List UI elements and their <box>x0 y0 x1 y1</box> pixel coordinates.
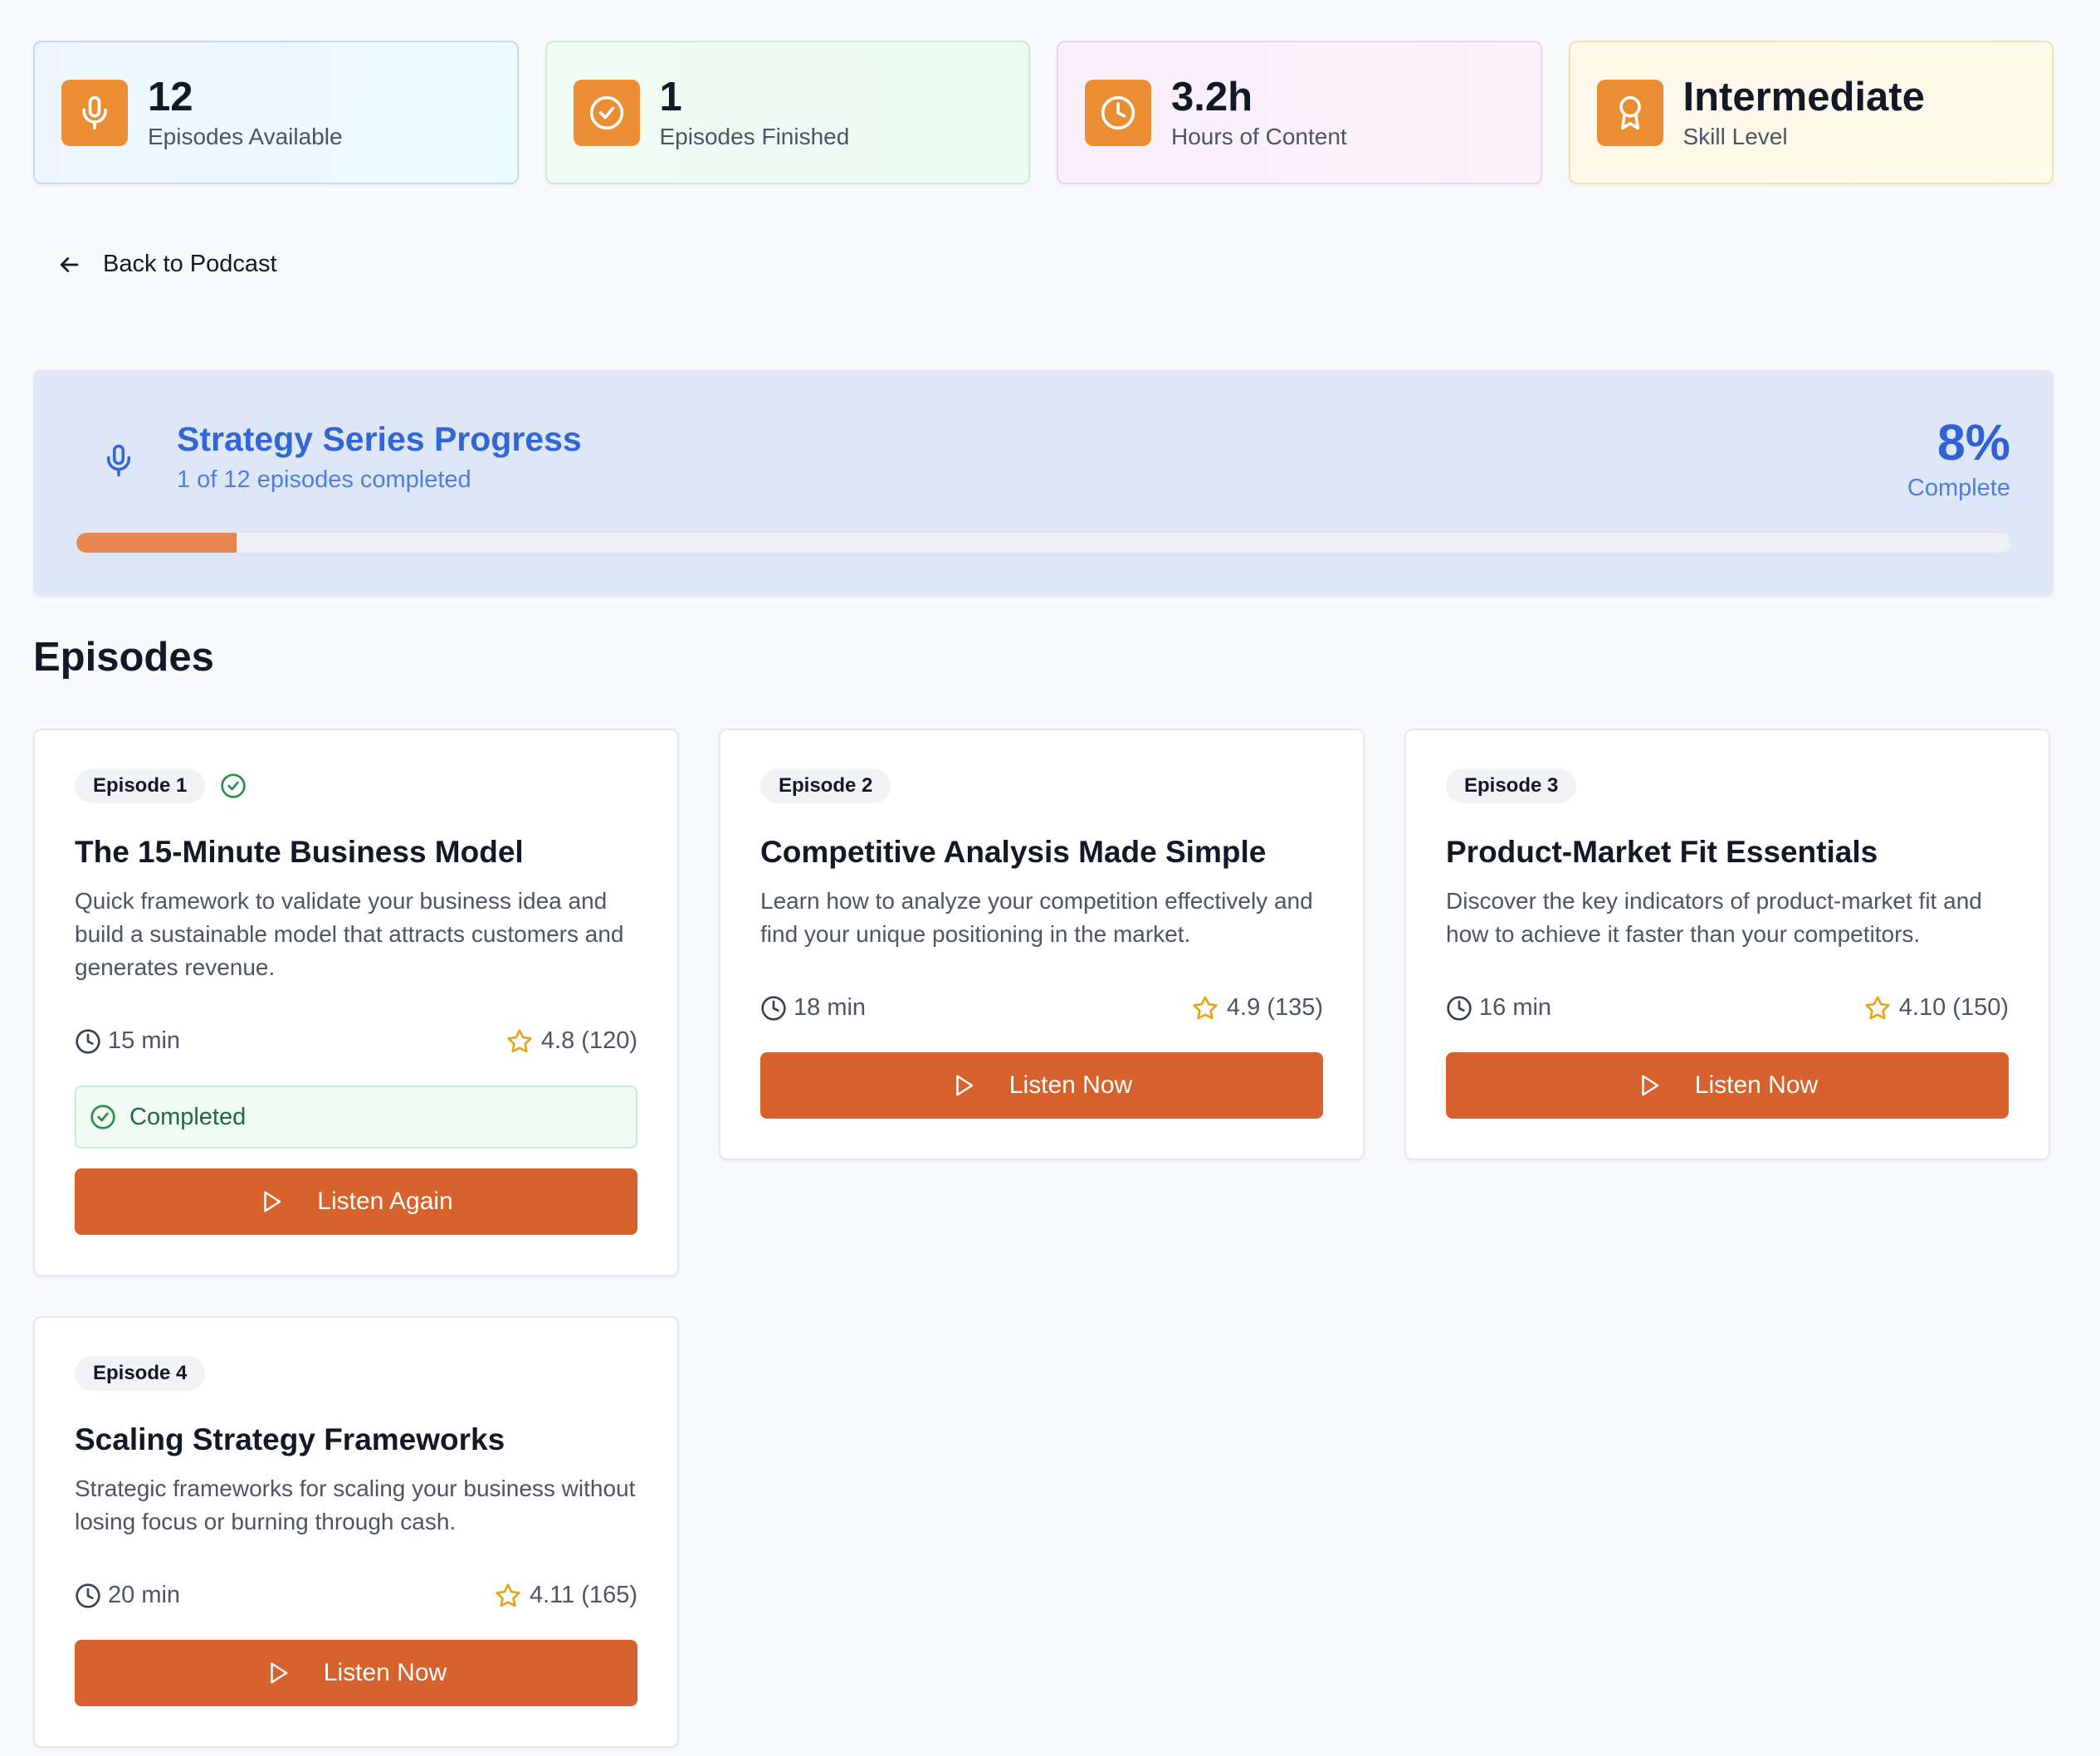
progress-bar <box>76 533 2010 553</box>
episode-card-1: Episode 1 The 15-Minute Business Model Q… <box>33 729 679 1276</box>
play-icon <box>1642 1075 1659 1096</box>
clock-icon <box>1085 79 1151 146</box>
stat-value: 1 <box>659 74 682 120</box>
microphone-icon <box>101 440 136 481</box>
episode-badge: Episode 3 <box>1446 768 1577 803</box>
stat-label: Hours of Content <box>1171 123 1347 149</box>
check-circle-icon <box>90 1105 115 1129</box>
episode-description: Quick framework to validate your busines… <box>75 888 624 980</box>
back-to-podcast-link[interactable]: Back to Podcast <box>56 251 277 278</box>
episode-description: Learn how to analyze your competition ef… <box>760 888 1313 947</box>
episode-rating: 4.8 (120) <box>540 1027 637 1054</box>
episode-rating: 4.11 (165) <box>529 1582 637 1608</box>
stats-row: 12 Episodes Available 1 Episodes Finishe… <box>33 41 2054 184</box>
button-label: Listen Now <box>323 1659 447 1686</box>
completed-status: Completed <box>75 1085 637 1149</box>
star-icon <box>1865 995 1890 1019</box>
series-progress-panel: Strategy Series Progress 1 of 12 episode… <box>33 370 2054 596</box>
listen-now-button[interactable]: Listen Now <box>75 1640 637 1706</box>
award-icon <box>1596 79 1663 146</box>
stat-label: Episodes Finished <box>659 123 850 149</box>
episode-description: Discover the key indicators of product-m… <box>1446 888 1982 947</box>
progress-percent: 8% <box>1936 414 2010 471</box>
progress-complete-label: Complete <box>1907 475 2010 501</box>
progress-bar-fill <box>76 533 237 553</box>
arrow-left-icon <box>60 256 79 272</box>
episode-meta: 20 min 4.11 (165) <box>75 1582 637 1609</box>
check-circle-icon <box>573 79 640 146</box>
stat-card-hours-of-content: 3.2h Hours of Content <box>1057 41 1542 184</box>
play-icon <box>264 1191 281 1212</box>
episode-meta: 18 min 4.9 (135) <box>760 994 1323 1022</box>
episode-title: The 15-Minute Business Model <box>75 835 524 869</box>
progress-title: Strategy Series Progress <box>177 420 582 458</box>
listen-again-button[interactable]: Listen Again <box>75 1168 637 1235</box>
star-icon <box>496 1583 520 1607</box>
episode-duration: 15 min <box>108 1027 181 1054</box>
episode-rating: 4.10 (150) <box>1898 994 2009 1021</box>
episode-meta: 16 min 4.10 (150) <box>1446 994 2009 1022</box>
clock-icon <box>1447 995 1472 1021</box>
microphone-icon <box>61 79 128 146</box>
stat-value: Intermediate <box>1682 74 1925 120</box>
episode-duration: 18 min <box>794 994 867 1021</box>
episode-card-3: Episode 3 Product-Market Fit Essentials … <box>1404 729 2050 1160</box>
episode-title: Scaling Strategy Frameworks <box>75 1422 505 1456</box>
episode-title: Competitive Analysis Made Simple <box>760 835 1267 869</box>
episode-card-4: Episode 4 Scaling Strategy Frameworks St… <box>33 1316 679 1748</box>
completed-label: Completed <box>129 1103 247 1130</box>
listen-now-button[interactable]: Listen Now <box>1446 1052 2009 1119</box>
button-label: Listen Again <box>317 1188 453 1215</box>
episode-card-2: Episode 2 Competitive Analysis Made Simp… <box>719 729 1365 1160</box>
episode-badge: Episode 4 <box>75 1356 206 1391</box>
stat-value: 3.2h <box>1171 74 1253 120</box>
episode-title: Product-Market Fit Essentials <box>1446 835 1878 869</box>
episode-badge: Episode 1 <box>75 768 206 803</box>
episode-duration: 20 min <box>108 1582 181 1608</box>
episode-duration: 16 min <box>1479 994 1552 1021</box>
listen-now-button[interactable]: Listen Now <box>760 1052 1323 1119</box>
stat-card-episodes-finished: 1 Episodes Finished <box>545 41 1030 184</box>
stat-card-episodes-available: 12 Episodes Available <box>33 41 519 184</box>
stat-card-skill-level: Intermediate Skill Level <box>1568 41 2054 184</box>
clock-icon <box>76 1583 100 1608</box>
stat-value: 12 <box>148 74 193 120</box>
clock-icon <box>761 995 786 1021</box>
stat-label: Episodes Available <box>148 123 343 149</box>
star-icon <box>507 1028 532 1052</box>
check-circle-icon <box>220 773 247 799</box>
clock-icon <box>76 1028 100 1054</box>
back-link-label: Back to Podcast <box>103 251 277 277</box>
episode-badge: Episode 2 <box>760 768 891 803</box>
episodes-heading: Episodes <box>33 635 214 680</box>
episode-description: Strategic frameworks for scaling your bu… <box>75 1476 636 1534</box>
button-label: Listen Now <box>1694 1071 1819 1099</box>
episode-meta: 15 min 4.8 (120) <box>75 1027 637 1055</box>
play-icon <box>956 1075 974 1096</box>
episode-rating: 4.9 (135) <box>1226 994 1323 1021</box>
button-label: Listen Now <box>1008 1071 1133 1099</box>
play-icon <box>271 1662 288 1684</box>
star-icon <box>1193 995 1218 1019</box>
progress-subtitle: 1 of 12 episodes completed <box>177 466 471 493</box>
stat-label: Skill Level <box>1682 123 1788 149</box>
